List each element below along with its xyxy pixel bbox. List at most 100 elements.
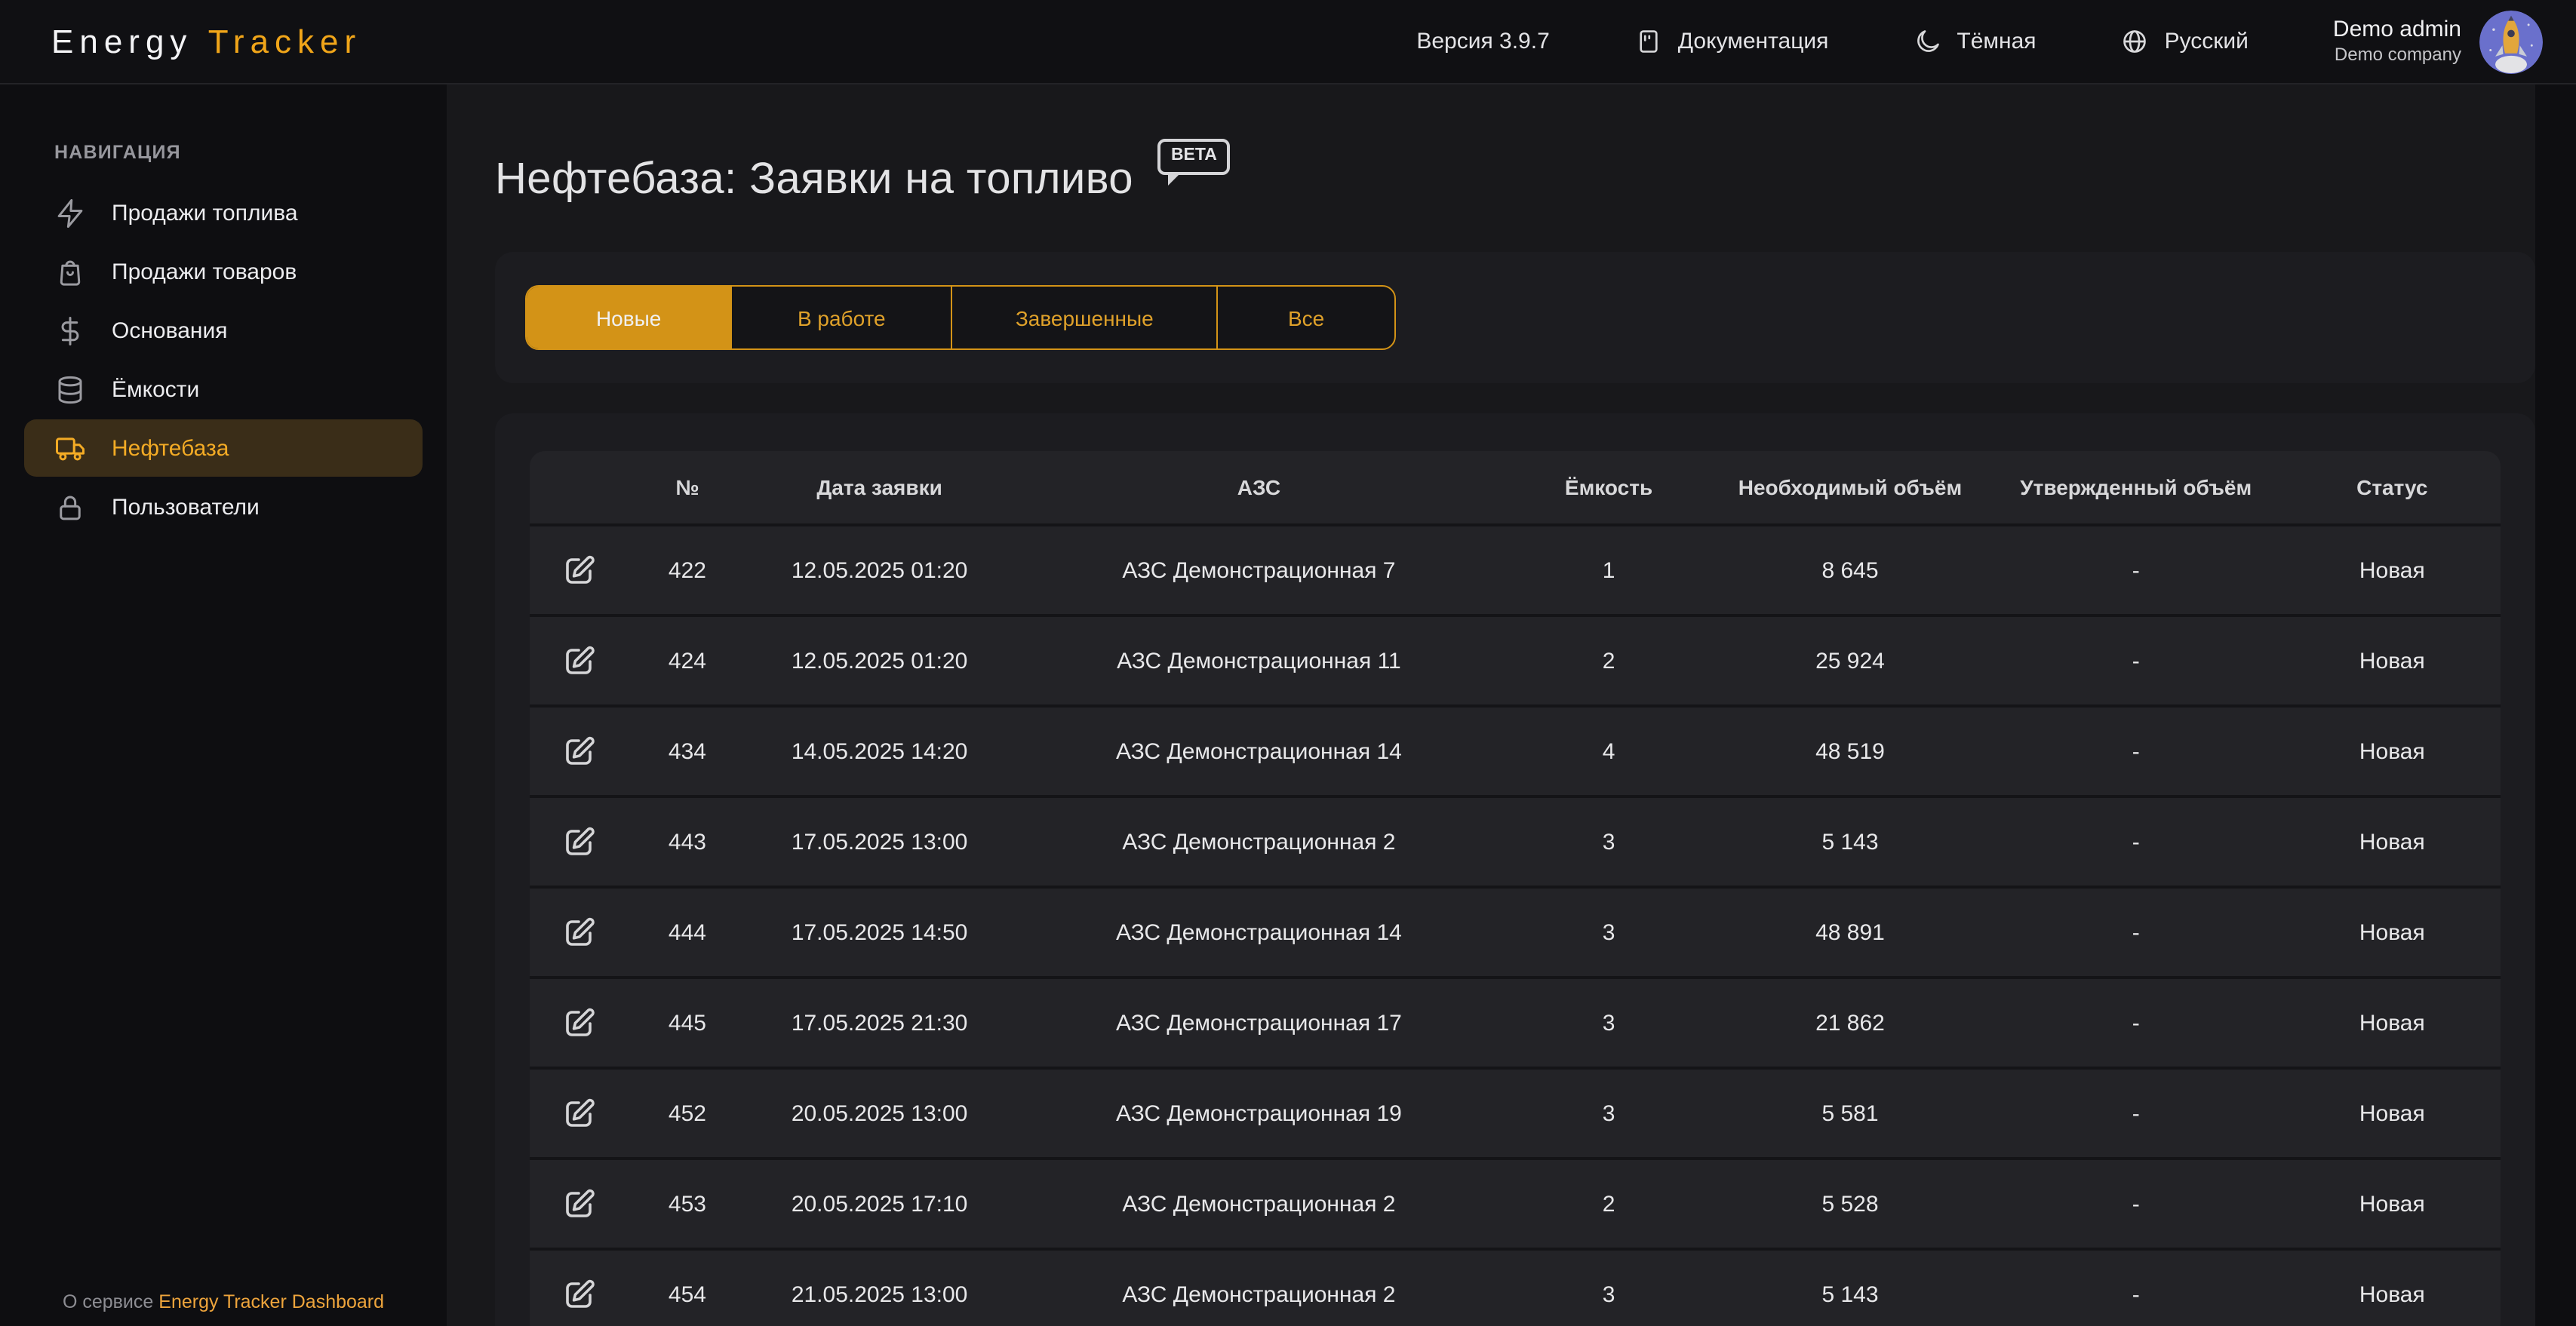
requests-table-card: №Дата заявкиАЗСЁмкостьНеобходимый объёмУ… (495, 413, 2535, 1326)
theme-label: Тёмная (1957, 29, 2036, 54)
cell-required-volume: 48 891 (1712, 886, 1988, 976)
cell-num: 424 (629, 614, 747, 704)
avatar[interactable] (2479, 10, 2543, 73)
moon-icon (1913, 27, 1941, 56)
lock-icon (54, 491, 86, 523)
cell-num: 445 (629, 976, 747, 1067)
tab-all[interactable]: Все (1216, 287, 1394, 348)
table-row[interactable]: 444 17.05.2025 14:50 АЗС Демонстрационна… (530, 886, 2501, 976)
cell-status: Новая (2284, 704, 2501, 795)
cell-tank: 4 (1505, 704, 1712, 795)
cell-tank: 2 (1505, 614, 1712, 704)
cell-required-volume: 5 581 (1712, 1067, 1988, 1157)
table-row[interactable]: 445 17.05.2025 21:30 АЗС Демонстрационна… (530, 976, 2501, 1067)
tab-in-progress[interactable]: В работе (730, 287, 951, 348)
cell-station: АЗС Демонстрационная 14 (1013, 704, 1505, 795)
cell-required-volume: 5 528 (1712, 1157, 1988, 1248)
book-icon (1634, 27, 1663, 56)
table-row[interactable]: 453 20.05.2025 17:10 АЗС Демонстрационна… (530, 1157, 2501, 1248)
cell-status: Новая (2284, 1157, 2501, 1248)
cell-station: АЗС Демонстрационная 7 (1013, 523, 1505, 614)
edit-icon (561, 824, 597, 860)
cell-num: 452 (629, 1067, 747, 1157)
scrollbar-gutter[interactable] (2535, 84, 2576, 1326)
logo-word-primary: Energy (51, 22, 192, 60)
sidebar-item-goods-sales[interactable]: Продажи товаров (24, 243, 423, 300)
sidebar-item-users[interactable]: Пользователи (24, 478, 423, 536)
cell-status: Новая (2284, 523, 2501, 614)
user-menu[interactable]: Demo admin Demo company (2333, 10, 2543, 73)
column-header: Утвержденный объём (1988, 451, 2284, 523)
edit-request-button[interactable] (561, 552, 597, 588)
table-row[interactable]: 443 17.05.2025 13:00 АЗС Демонстрационна… (530, 795, 2501, 886)
dollar-icon (54, 315, 86, 346)
cell-tank: 3 (1505, 1067, 1712, 1157)
cell-station: АЗС Демонстрационная 19 (1013, 1067, 1505, 1157)
cell-station: АЗС Демонстрационная 17 (1013, 976, 1505, 1067)
tabs-card: Новые В работе Завершенные Все (495, 252, 2535, 383)
edit-request-button[interactable] (561, 1276, 597, 1312)
edit-request-button[interactable] (561, 824, 597, 860)
sidebar-item-fuel-sales[interactable]: Продажи топлива (24, 184, 423, 241)
cell-status: Новая (2284, 976, 2501, 1067)
column-header: Дата заявки (746, 451, 1013, 523)
table-header-row: №Дата заявкиАЗСЁмкостьНеобходимый объёмУ… (530, 451, 2501, 523)
edit-icon (561, 733, 597, 769)
sidebar-item-label: Основания (112, 318, 227, 343)
table-row[interactable]: 454 21.05.2025 13:00 АЗС Демонстрационна… (530, 1248, 2501, 1326)
cell-tank: 1 (1505, 523, 1712, 614)
sidebar-footer: О сервисе Energy Tracker Dashboard (0, 1291, 447, 1312)
beta-badge: BETA (1157, 139, 1231, 175)
tab-new[interactable]: Новые (527, 287, 730, 348)
language-switcher[interactable]: Русский (2121, 27, 2249, 56)
column-header: Статус (2284, 451, 2501, 523)
edit-icon (561, 643, 597, 679)
app-logo[interactable]: Energy Tracker (51, 22, 361, 61)
app-window: Energy Tracker Версия 3.9.7 Документация… (0, 0, 2576, 1326)
sidebar-item-grounds[interactable]: Основания (24, 302, 423, 359)
table-row[interactable]: 452 20.05.2025 13:00 АЗС Демонстрационна… (530, 1067, 2501, 1157)
sidebar-item-label: Ёмкости (112, 376, 199, 402)
table-row[interactable]: 424 12.05.2025 01:20 АЗС Демонстрационна… (530, 614, 2501, 704)
status-tab-group: Новые В работе Завершенные Все (525, 285, 1396, 350)
cell-num: 454 (629, 1248, 747, 1326)
tab-completed[interactable]: Завершенные (951, 287, 1216, 348)
main-content: Нефтебаза: Заявки на топливо BETA Новые … (447, 84, 2576, 1326)
cell-approved-volume: - (1988, 1248, 2284, 1326)
edit-request-button[interactable] (561, 1005, 597, 1041)
page-title: Нефтебаза: Заявки на топливо (495, 145, 1133, 214)
cell-num: 434 (629, 704, 747, 795)
cell-required-volume: 48 519 (1712, 704, 1988, 795)
cell-num: 453 (629, 1157, 747, 1248)
edit-request-button[interactable] (561, 733, 597, 769)
sidebar-item-oil-depot[interactable]: Нефтебаза (24, 419, 423, 477)
edit-request-button[interactable] (561, 643, 597, 679)
about-service-link[interactable]: Energy Tracker Dashboard (158, 1291, 384, 1312)
cell-num: 422 (629, 523, 747, 614)
topbar: Energy Tracker Версия 3.9.7 Документация… (0, 0, 2576, 84)
database-icon (54, 373, 86, 405)
cell-tank: 3 (1505, 976, 1712, 1067)
table-row[interactable]: 422 12.05.2025 01:20 АЗС Демонстрационна… (530, 523, 2501, 614)
edit-icon (561, 1276, 597, 1312)
cell-approved-volume: - (1988, 523, 2284, 614)
edit-request-button[interactable] (561, 1186, 597, 1222)
cell-station: АЗС Демонстрационная 2 (1013, 1248, 1505, 1326)
sidebar-item-tanks[interactable]: Ёмкости (24, 361, 423, 418)
cell-required-volume: 5 143 (1712, 1248, 1988, 1326)
nav-section-label: НАВИГАЦИЯ (54, 142, 447, 163)
cell-station: АЗС Демонстрационная 11 (1013, 614, 1505, 704)
sidebar-item-label: Продажи топлива (112, 200, 298, 226)
table-row[interactable]: 434 14.05.2025 14:20 АЗС Демонстрационна… (530, 704, 2501, 795)
cell-required-volume: 8 645 (1712, 523, 1988, 614)
cell-date: 17.05.2025 14:50 (746, 886, 1013, 976)
edit-request-button[interactable] (561, 914, 597, 950)
edit-request-button[interactable] (561, 1095, 597, 1131)
truck-icon (54, 432, 86, 464)
cell-date: 17.05.2025 13:00 (746, 795, 1013, 886)
cell-date: 21.05.2025 13:00 (746, 1248, 1013, 1326)
docs-link[interactable]: Документация (1634, 27, 1829, 56)
cell-approved-volume: - (1988, 795, 2284, 886)
theme-toggle[interactable]: Тёмная (1913, 27, 2036, 56)
cell-tank: 2 (1505, 1157, 1712, 1248)
